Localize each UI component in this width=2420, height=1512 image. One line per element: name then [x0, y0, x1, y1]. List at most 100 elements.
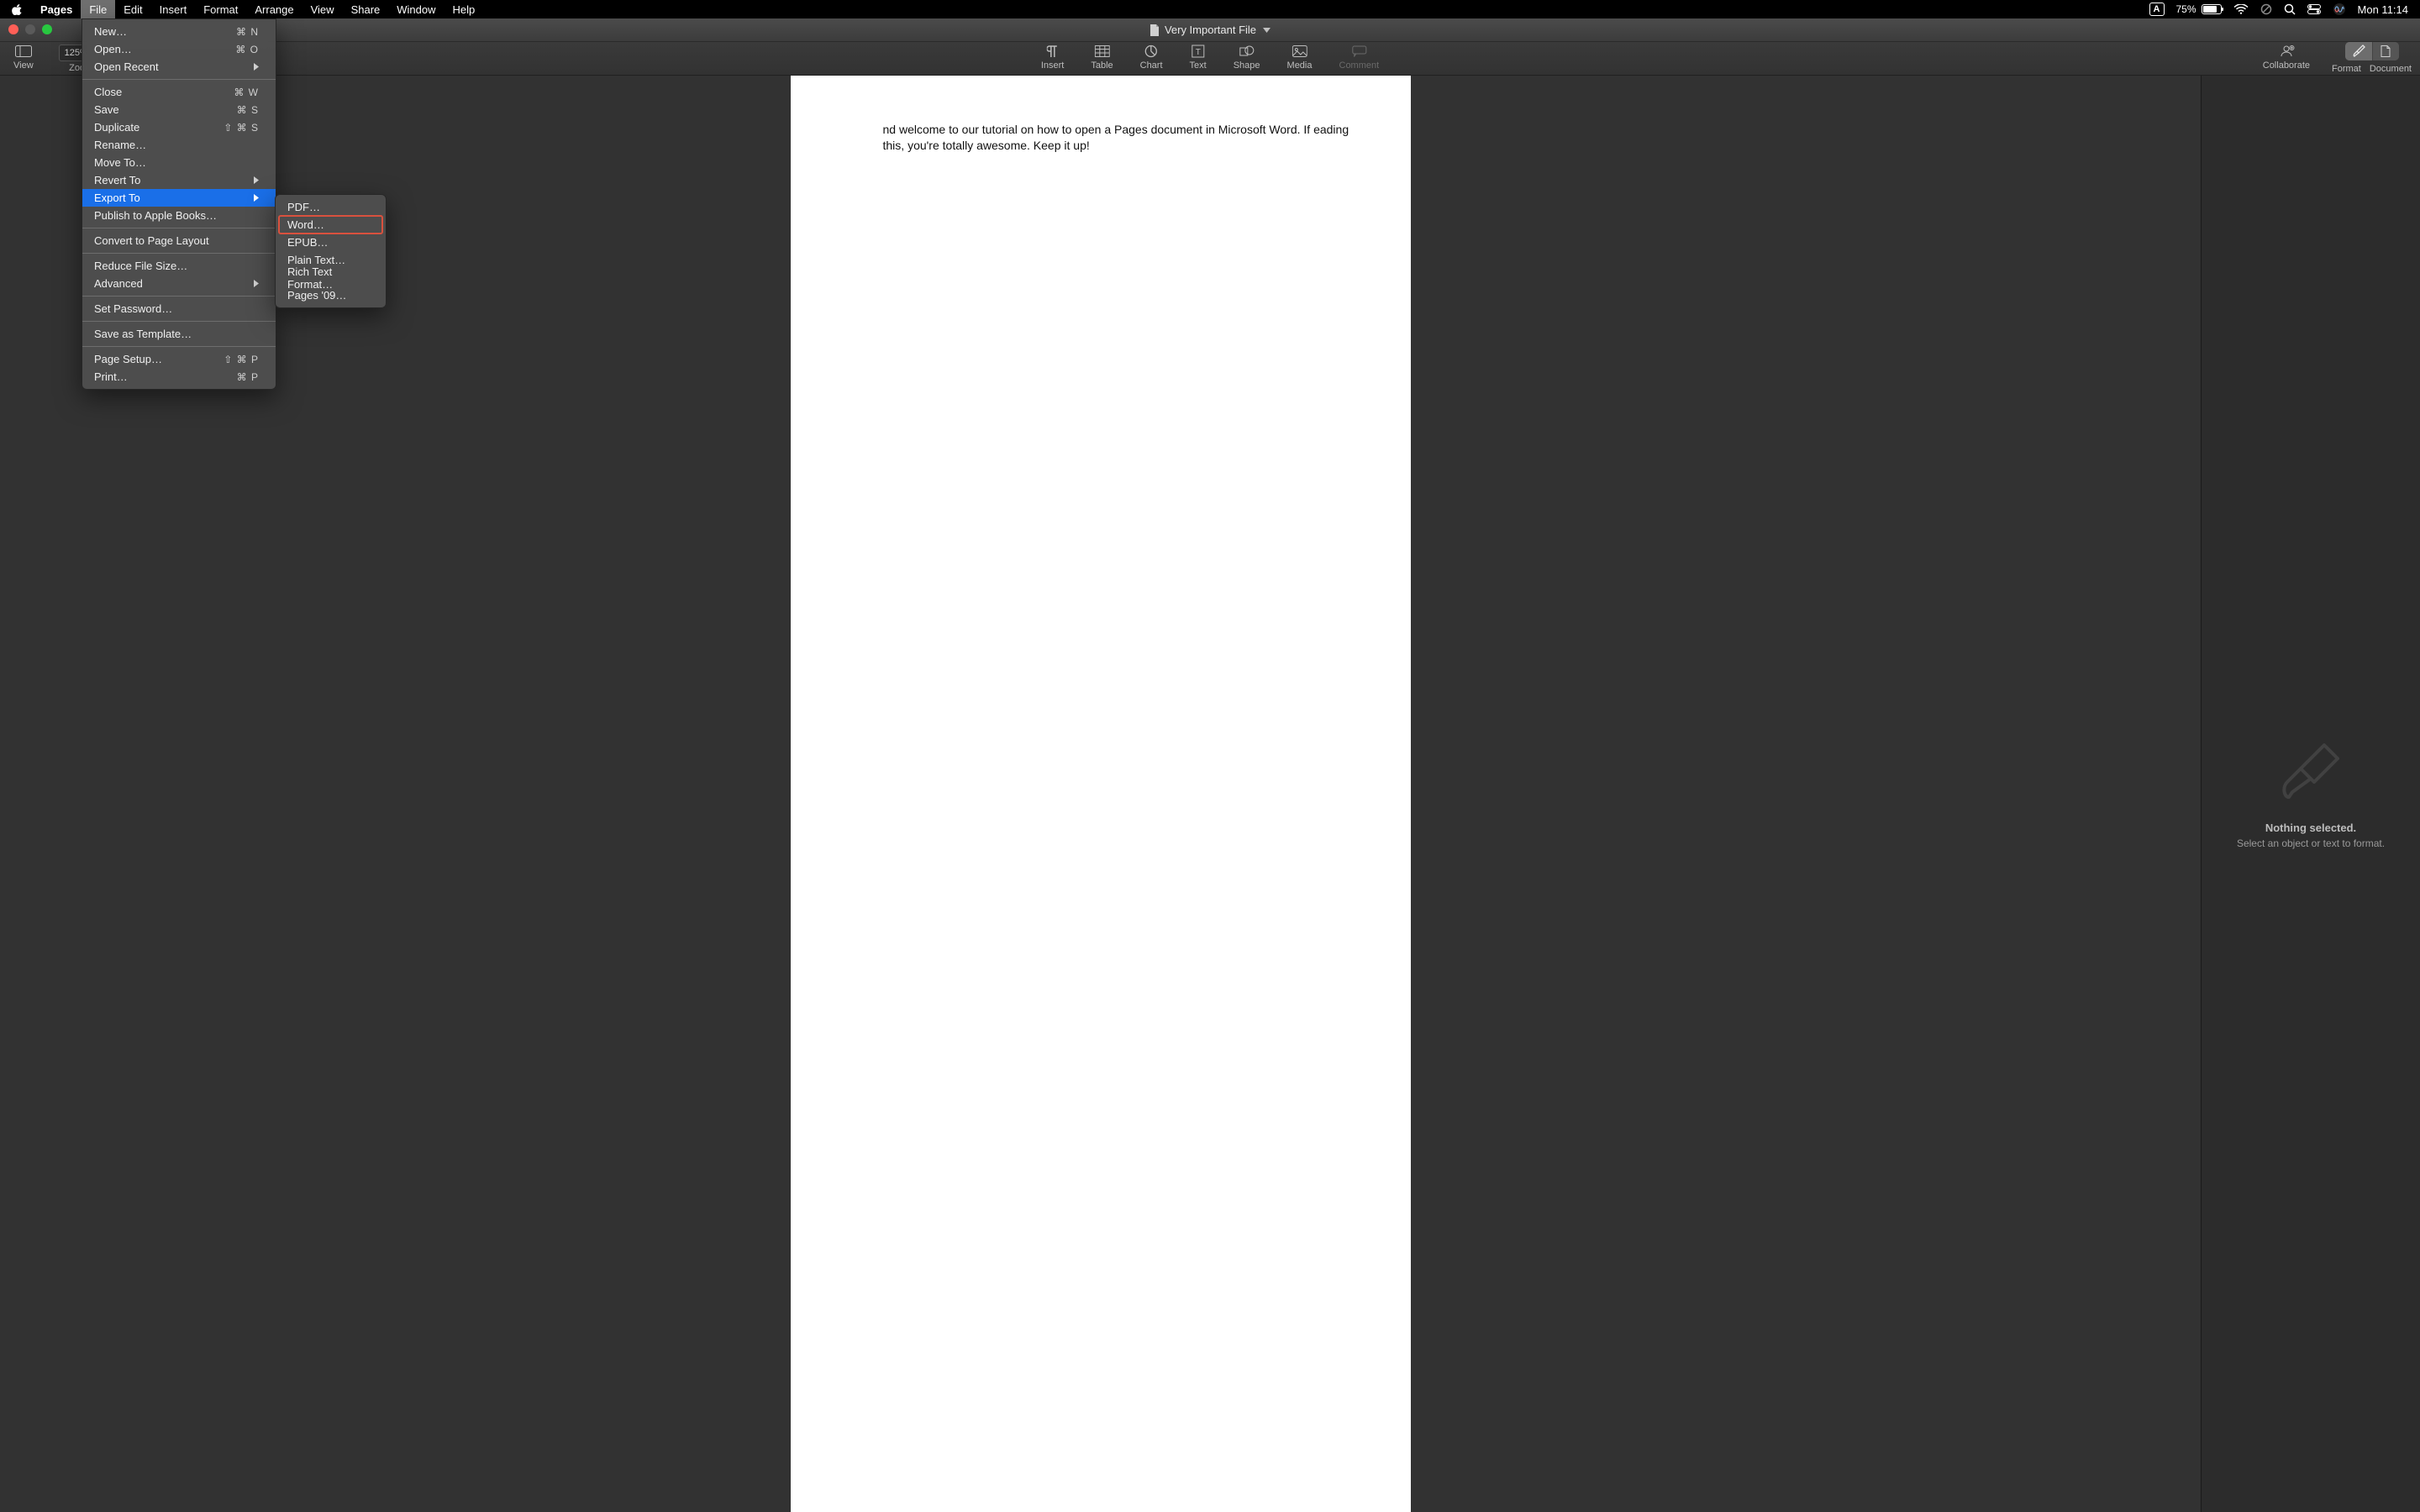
menu-item-label: Move To… — [94, 156, 146, 169]
document-body-text[interactable]: nd welcome to our tutorial on how to ope… — [883, 122, 1352, 154]
menu-separator — [82, 79, 276, 80]
menubar-item-arrange[interactable]: Arrange — [246, 0, 302, 18]
svg-text:T: T — [1196, 48, 1201, 57]
menubar-clock[interactable]: Mon 11:14 — [2358, 3, 2408, 16]
document-page[interactable]: nd welcome to our tutorial on how to ope… — [791, 76, 1411, 1512]
spotlight-search-icon[interactable] — [2284, 0, 2296, 18]
menubar-item-view[interactable]: View — [302, 0, 343, 18]
menu-item-label: Duplicate — [94, 121, 139, 134]
menu-item-label: Save — [94, 103, 119, 116]
file-menu-item-page-setup[interactable]: Page Setup…⇧ ⌘ P — [82, 350, 276, 368]
menu-item-label: Rich Text Format… — [287, 265, 374, 291]
chevron-down-icon — [1263, 28, 1270, 33]
window-traffic-lights — [8, 24, 52, 34]
inspector-subtitle: Select an object or text to format. — [2237, 837, 2385, 849]
file-menu-item-new[interactable]: New…⌘ N — [82, 23, 276, 40]
menu-item-shortcut: ⌘ P — [237, 371, 259, 383]
toolbar-media-button[interactable]: Media — [1282, 42, 1318, 72]
toolbar-insert-label: Insert — [1041, 60, 1065, 71]
file-menu-item-move-to[interactable]: Move To… — [82, 154, 276, 171]
file-menu-item-open[interactable]: Open…⌘ O — [82, 40, 276, 58]
toolbar-chart-label: Chart — [1140, 60, 1163, 71]
collaborate-icon — [2278, 44, 2295, 59]
menu-item-label: Word… — [287, 218, 324, 231]
menu-item-label: Advanced — [94, 277, 143, 290]
menu-item-label: Rename… — [94, 139, 146, 151]
menubar-right: A 75% Mon 11:14 — [2149, 0, 2420, 18]
menubar-item-help[interactable]: Help — [445, 0, 484, 18]
menubar-item-edit[interactable]: Edit — [115, 0, 150, 18]
file-menu-item-set-password[interactable]: Set Password… — [82, 300, 276, 318]
do-not-disturb-icon[interactable] — [2260, 0, 2272, 18]
menubar-item-window[interactable]: Window — [388, 0, 444, 18]
export-submenu-item-word[interactable]: Word… — [279, 216, 382, 234]
menu-item-label: Export To — [94, 192, 140, 204]
menu-item-label: Print… — [94, 370, 128, 383]
export-submenu-item-rich-text-format[interactable]: Rich Text Format… — [276, 269, 386, 286]
menubar-app-name[interactable]: Pages — [32, 0, 81, 18]
file-menu-item-publish-to-apple-books[interactable]: Publish to Apple Books… — [82, 207, 276, 224]
menu-separator — [82, 321, 276, 322]
menubar-item-file[interactable]: File — [81, 0, 115, 18]
toolbar-shape-button[interactable]: Shape — [1228, 42, 1265, 72]
battery-status[interactable]: 75% — [2176, 3, 2222, 15]
wifi-icon[interactable] — [2233, 0, 2249, 18]
file-menu-item-revert-to[interactable]: Revert To — [82, 171, 276, 189]
menubar-item-insert[interactable]: Insert — [151, 0, 196, 18]
document-title[interactable]: Very Important File — [1150, 24, 1270, 36]
siri-icon[interactable] — [2333, 0, 2346, 18]
toolbar-comment-button: Comment — [1334, 42, 1385, 72]
menu-item-label: Revert To — [94, 174, 140, 186]
file-menu-item-rename[interactable]: Rename… — [82, 136, 276, 154]
file-menu-item-export-to[interactable]: Export To — [82, 189, 276, 207]
menu-item-label: Reduce File Size… — [94, 260, 187, 272]
toolbar-table-button[interactable]: Table — [1086, 42, 1118, 72]
toolbar-view-button[interactable]: View — [8, 42, 39, 72]
toolbar-chart-button[interactable]: Chart — [1135, 42, 1168, 72]
file-menu-item-print[interactable]: Print… ⌘ P — [82, 368, 276, 386]
toolbar-view-label: View — [13, 60, 34, 71]
window-minimize-button[interactable] — [25, 24, 35, 34]
toolbar-text-label: Text — [1190, 60, 1207, 71]
menu-separator — [82, 296, 276, 297]
toolbar-collaborate-button[interactable]: Collaborate — [2258, 42, 2315, 72]
toolbar-document-button[interactable] — [2372, 42, 2399, 60]
control-center-icon[interactable] — [2307, 0, 2321, 18]
file-menu-item-convert-to-page-layout[interactable]: Convert to Page Layout — [82, 232, 276, 249]
menu-item-label: Open… — [94, 43, 132, 55]
file-menu-item-save-as-template[interactable]: Save as Template… — [82, 325, 276, 343]
menubar-item-share[interactable]: Share — [343, 0, 389, 18]
export-submenu-item-epub[interactable]: EPUB… — [276, 234, 386, 251]
toolbar: View 125% Zoom Insert Table Chart — [0, 42, 2420, 76]
file-menu-item-reduce-file-size[interactable]: Reduce File Size… — [82, 257, 276, 275]
menu-item-shortcut: ⇧ ⌘ S — [224, 122, 259, 134]
toolbar-insert-button[interactable]: Insert — [1036, 42, 1070, 72]
file-menu-item-close[interactable]: Close⌘ W — [82, 83, 276, 101]
menu-item-label: Set Password… — [94, 302, 172, 315]
file-menu-item-advanced[interactable]: Advanced — [82, 275, 276, 292]
window-fullscreen-button[interactable] — [42, 24, 52, 34]
input-source-badge[interactable]: A — [2149, 0, 2165, 18]
toolbar-collaborate-label: Collaborate — [2263, 60, 2310, 71]
toolbar-media-label: Media — [1287, 60, 1313, 71]
menu-item-label: Pages '09… — [287, 289, 346, 302]
menu-item-label: PDF… — [287, 201, 320, 213]
paintbrush-large-icon — [2277, 738, 2344, 810]
textbox-icon: T — [1192, 44, 1205, 59]
file-menu-item-save[interactable]: Save⌘ S — [82, 101, 276, 118]
file-menu-item-duplicate[interactable]: Duplicate ⇧ ⌘ S — [82, 118, 276, 136]
chevron-right-icon — [254, 192, 259, 204]
paragraph-icon — [1047, 44, 1059, 59]
apple-logo-icon[interactable] — [12, 3, 24, 15]
menubar-item-format[interactable]: Format — [195, 0, 246, 18]
sidebar-toggle-icon — [15, 44, 32, 59]
toolbar-format-button[interactable] — [2345, 42, 2372, 60]
file-menu-item-open-recent[interactable]: Open Recent — [82, 58, 276, 76]
document-icon — [2381, 45, 2391, 57]
chevron-right-icon — [254, 277, 259, 290]
toolbar-shape-label: Shape — [1234, 60, 1260, 71]
menu-item-label: Open Recent — [94, 60, 159, 73]
export-submenu-item-pdf[interactable]: PDF… — [276, 198, 386, 216]
toolbar-text-button[interactable]: T Text — [1185, 42, 1212, 72]
window-close-button[interactable] — [8, 24, 18, 34]
